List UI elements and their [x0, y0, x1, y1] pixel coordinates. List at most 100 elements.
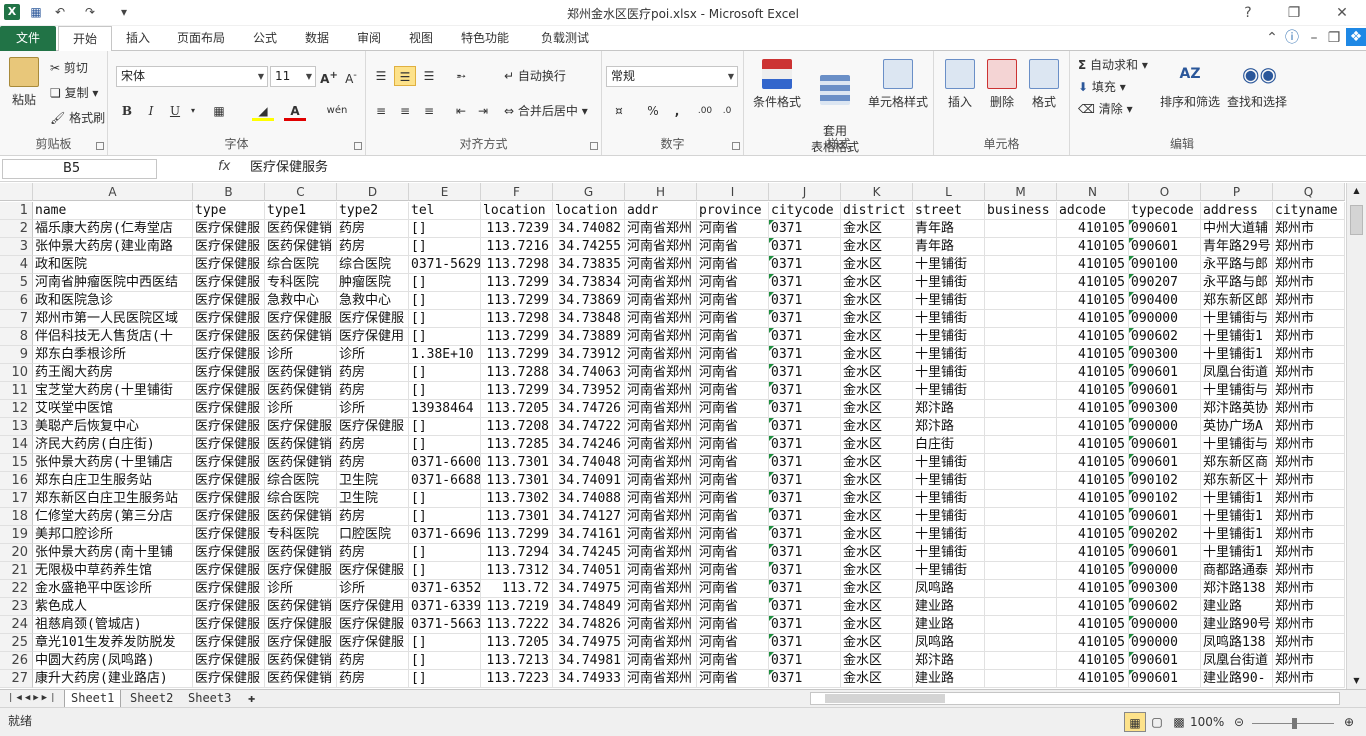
- cell[interactable]: 0371: [769, 454, 841, 472]
- cell[interactable]: 郑东新区十: [1201, 472, 1273, 490]
- cell[interactable]: 十里铺街: [913, 544, 985, 562]
- cell[interactable]: 金水区: [841, 616, 913, 634]
- cell[interactable]: 紫色成人: [33, 598, 193, 616]
- cell[interactable]: 090601: [1129, 544, 1201, 562]
- cell[interactable]: 410105: [1057, 526, 1129, 544]
- cell[interactable]: 090601: [1129, 238, 1201, 256]
- cell[interactable]: 郑州市: [1273, 292, 1345, 310]
- cell[interactable]: location: [481, 202, 553, 220]
- increase-decimal-icon[interactable]: .00: [694, 101, 716, 121]
- cell[interactable]: 河南省: [697, 310, 769, 328]
- cell[interactable]: 肿瘤医院: [337, 274, 409, 292]
- cell[interactable]: 410105: [1057, 310, 1129, 328]
- cell[interactable]: 医药保健销: [265, 652, 337, 670]
- cell[interactable]: 河南省郑州: [625, 562, 697, 580]
- cell[interactable]: district: [841, 202, 913, 220]
- row-header[interactable]: 17: [0, 490, 33, 508]
- cell[interactable]: 郑东新区白庄卫生服务站: [33, 490, 193, 508]
- cell[interactable]: [985, 292, 1057, 310]
- cell[interactable]: 34.74933: [553, 670, 625, 688]
- cell[interactable]: [985, 562, 1057, 580]
- cell[interactable]: 郑汴路: [913, 652, 985, 670]
- cell[interactable]: 0371: [769, 364, 841, 382]
- row-header[interactable]: 13: [0, 418, 33, 436]
- cell[interactable]: 河南省肿瘤医院中西医结: [33, 274, 193, 292]
- cell[interactable]: 河南省: [697, 562, 769, 580]
- cell[interactable]: 河南省郑州: [625, 400, 697, 418]
- cell[interactable]: 0371: [769, 544, 841, 562]
- cell[interactable]: 急救中心: [265, 292, 337, 310]
- cell[interactable]: 诊所: [265, 580, 337, 598]
- cell[interactable]: 郑州市: [1273, 670, 1345, 688]
- cell[interactable]: 34.74255: [553, 238, 625, 256]
- cell[interactable]: 0371: [769, 598, 841, 616]
- help-circle-icon[interactable]: ⓘ: [1280, 29, 1304, 47]
- cell[interactable]: 0371: [769, 292, 841, 310]
- cell[interactable]: 金水区: [841, 274, 913, 292]
- cell[interactable]: []: [409, 490, 481, 508]
- cell[interactable]: 郑东新区郎: [1201, 292, 1273, 310]
- cell[interactable]: [985, 616, 1057, 634]
- cell[interactable]: 090601: [1129, 436, 1201, 454]
- cell[interactable]: 医药保健销: [265, 544, 337, 562]
- cell[interactable]: [985, 436, 1057, 454]
- tab-view[interactable]: 视图: [400, 26, 442, 51]
- cell[interactable]: 0371: [769, 382, 841, 400]
- zoom-level[interactable]: 100%: [1190, 712, 1224, 732]
- cell[interactable]: 090300: [1129, 400, 1201, 418]
- cell[interactable]: 药房: [337, 238, 409, 256]
- cell[interactable]: 郑州市: [1273, 472, 1345, 490]
- cell[interactable]: 伴侣科技无人售货店(十: [33, 328, 193, 346]
- cell[interactable]: 113.7285: [481, 436, 553, 454]
- cell[interactable]: 郑州市: [1273, 634, 1345, 652]
- cell[interactable]: 医疗保健服: [193, 346, 265, 364]
- cell[interactable]: 090300: [1129, 580, 1201, 598]
- cell[interactable]: []: [409, 328, 481, 346]
- cell[interactable]: 113.7288: [481, 364, 553, 382]
- phonetic-icon[interactable]: wén: [326, 101, 348, 121]
- cell[interactable]: 113.7298: [481, 256, 553, 274]
- cell[interactable]: 医疗保健服: [337, 634, 409, 652]
- cell[interactable]: 医疗保健服: [337, 310, 409, 328]
- close-icon[interactable]: ✕: [1330, 4, 1354, 22]
- cell[interactable]: 090601: [1129, 364, 1201, 382]
- cell[interactable]: 医疗保健服: [265, 616, 337, 634]
- cell[interactable]: [985, 670, 1057, 688]
- row-header[interactable]: 7: [0, 310, 33, 328]
- cell[interactable]: 医药保健销: [265, 382, 337, 400]
- cell[interactable]: 河南省: [697, 580, 769, 598]
- cell[interactable]: 金水区: [841, 400, 913, 418]
- sheet-nav-icons[interactable]: |◀◀▶▶|: [2, 690, 65, 708]
- cell[interactable]: 凤鸣路138: [1201, 634, 1273, 652]
- cell[interactable]: 河南省: [697, 382, 769, 400]
- cell[interactable]: 34.73869: [553, 292, 625, 310]
- cell[interactable]: 药房: [337, 220, 409, 238]
- cell[interactable]: []: [409, 652, 481, 670]
- underline-dropdown-icon[interactable]: ▾: [182, 101, 204, 121]
- cell[interactable]: 建业路: [913, 598, 985, 616]
- cell[interactable]: 医疗保健服: [193, 256, 265, 274]
- cell[interactable]: 诊所: [265, 400, 337, 418]
- cell[interactable]: 十里铺街: [913, 274, 985, 292]
- cell[interactable]: 无限极中草药养生馆: [33, 562, 193, 580]
- column-header-a[interactable]: A: [33, 183, 193, 201]
- row-header[interactable]: 4: [0, 256, 33, 274]
- cell[interactable]: []: [409, 670, 481, 688]
- cell[interactable]: 0371: [769, 436, 841, 454]
- cell[interactable]: []: [409, 382, 481, 400]
- cell[interactable]: 0371-6696: [409, 526, 481, 544]
- cell[interactable]: 410105: [1057, 580, 1129, 598]
- cell[interactable]: 医疗保健服: [265, 562, 337, 580]
- cell[interactable]: 090601: [1129, 382, 1201, 400]
- tab-page-layout[interactable]: 页面布局: [166, 26, 236, 51]
- row-header[interactable]: 11: [0, 382, 33, 400]
- cell[interactable]: 0371: [769, 418, 841, 436]
- cell[interactable]: 医疗保健服: [337, 418, 409, 436]
- cell[interactable]: 河南省: [697, 400, 769, 418]
- cell[interactable]: 河南省郑州: [625, 364, 697, 382]
- cell[interactable]: [985, 256, 1057, 274]
- cell[interactable]: 十里铺街1: [1201, 508, 1273, 526]
- decrease-indent-icon[interactable]: ⇤: [450, 101, 472, 121]
- cell[interactable]: 0371: [769, 526, 841, 544]
- cell[interactable]: 十里铺街: [913, 526, 985, 544]
